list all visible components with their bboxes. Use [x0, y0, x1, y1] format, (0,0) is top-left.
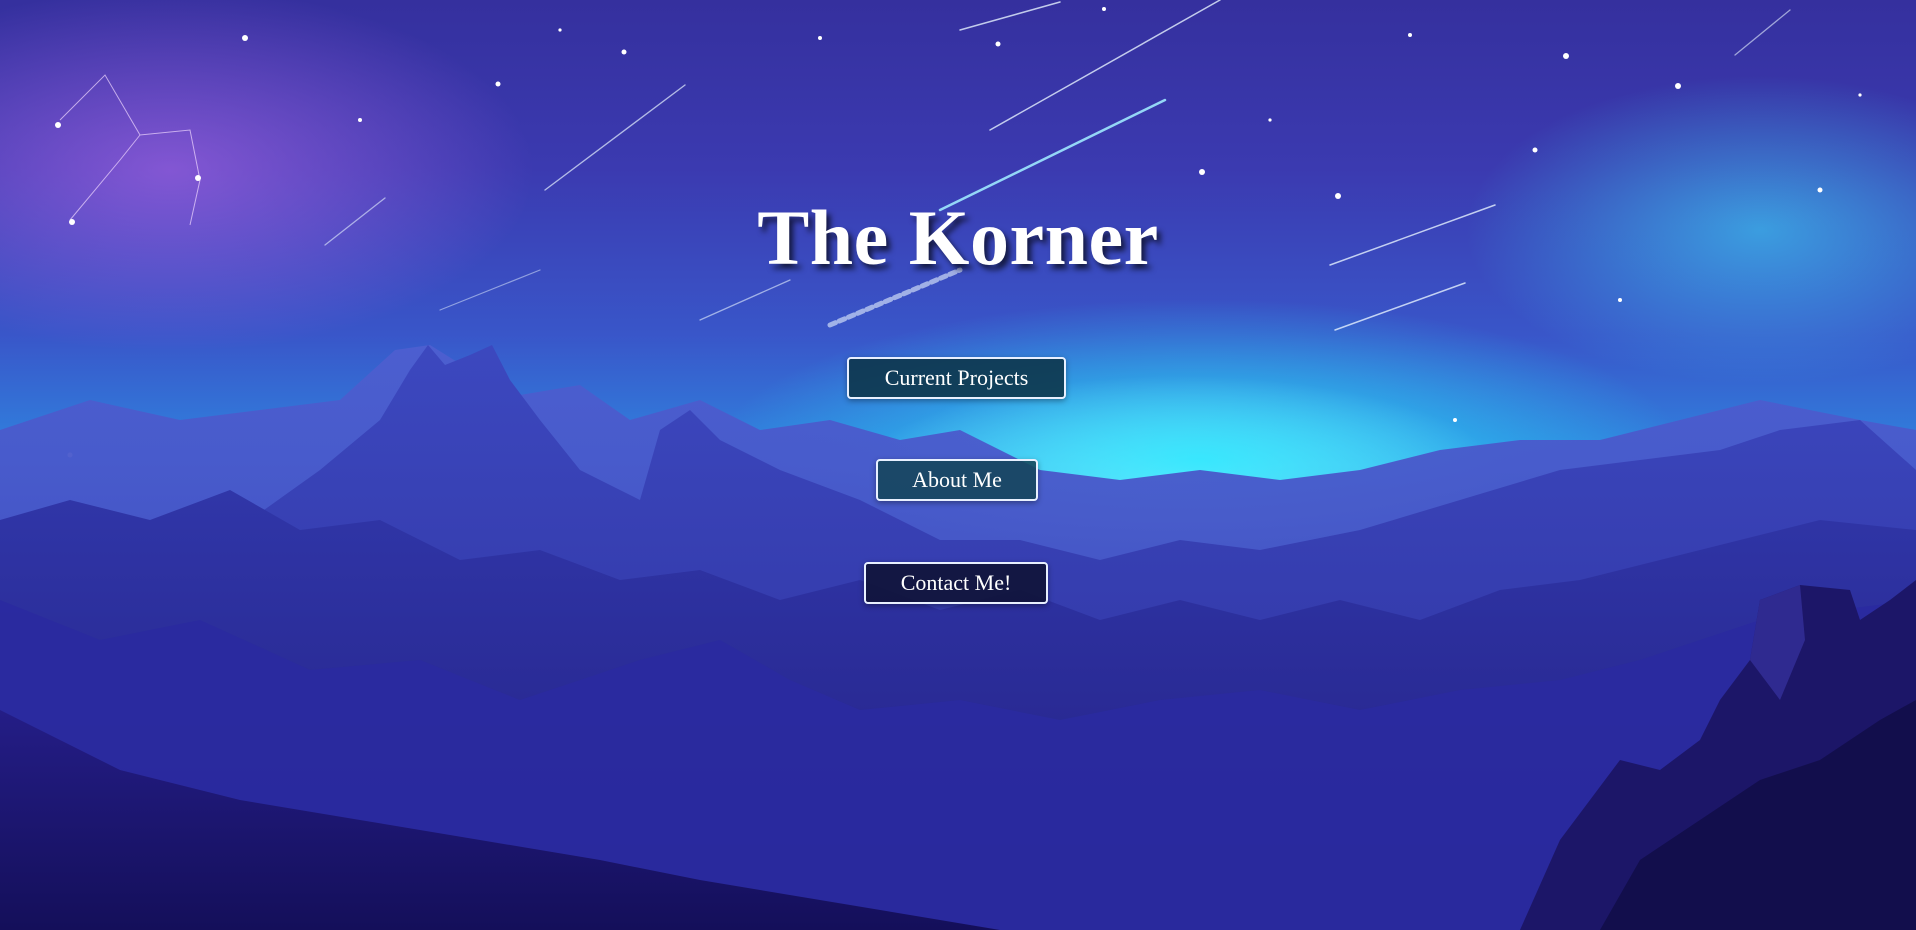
- contact-me-button[interactable]: Contact Me!: [864, 562, 1048, 604]
- about-me-button[interactable]: About Me: [876, 459, 1038, 501]
- current-projects-button[interactable]: Current Projects: [847, 357, 1066, 399]
- hero-content: The Korner Current Projects About Me Con…: [0, 0, 1916, 930]
- site-title: The Korner: [757, 194, 1159, 281]
- page-root: The Korner Current Projects About Me Con…: [0, 0, 1916, 930]
